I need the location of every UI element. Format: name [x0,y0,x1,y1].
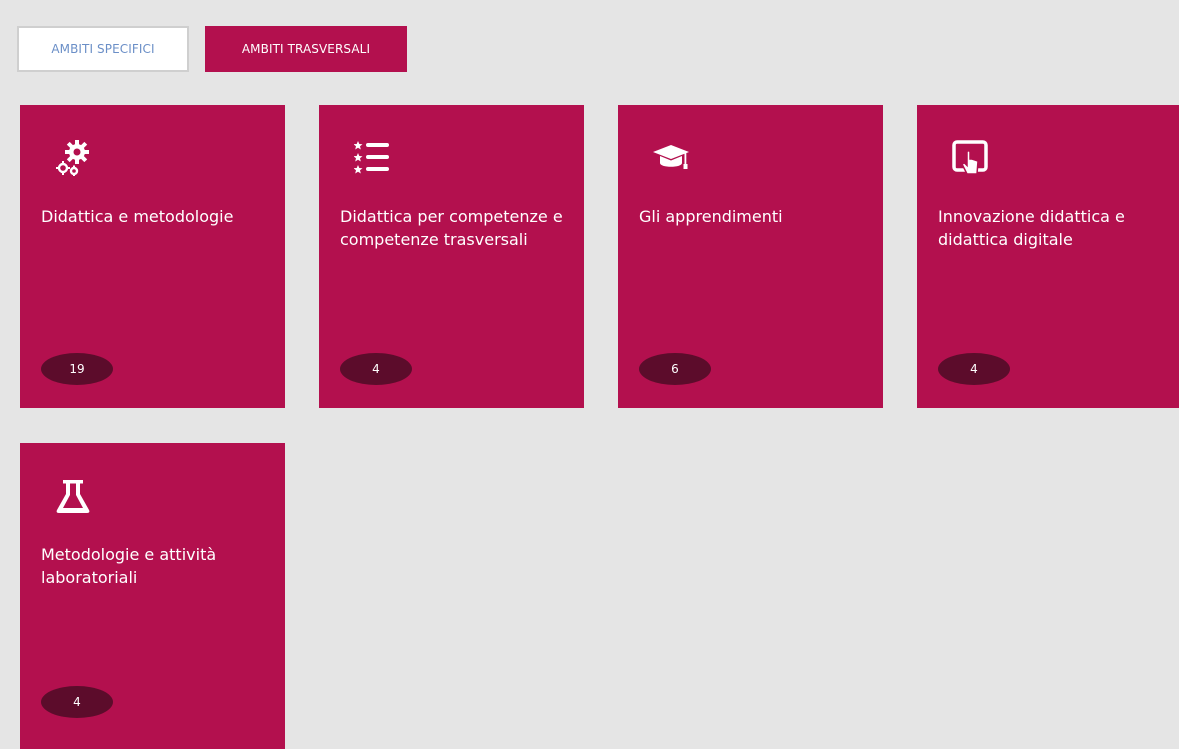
gears-icon [55,140,91,176]
card-didattica-e-metodologie[interactable]: Didattica e metodologie 19 [20,105,285,408]
tab-bar: AMBITI SPECIFICI AMBITI TRASVERSALI [17,26,407,72]
card-innovazione-didattica[interactable]: Innovazione didattica e didattica digita… [917,105,1179,408]
card-title: Didattica per competenze e competenze tr… [340,207,563,249]
list-icon [354,140,390,176]
card-didattica-per-competenze[interactable]: Didattica per competenze e competenze tr… [319,105,584,408]
tablet-touch-icon [952,140,988,176]
flask-icon [55,478,91,514]
count-badge: 6 [639,353,711,385]
card-gli-apprendimenti[interactable]: Gli apprendimenti 6 [618,105,883,408]
card-title: Metodologie e attività laboratoriali [41,545,217,587]
count-badge: 19 [41,353,113,385]
tab-ambiti-trasversali[interactable]: AMBITI TRASVERSALI [205,26,407,72]
graduation-cap-icon [653,140,689,176]
card-title: Didattica e metodologie [41,207,234,226]
card-title: Innovazione didattica e didattica digita… [938,207,1125,249]
count-badge: 4 [41,686,113,718]
card-title: Gli apprendimenti [639,207,783,226]
count-badge: 4 [938,353,1010,385]
tab-ambiti-specifici[interactable]: AMBITI SPECIFICI [17,26,189,72]
count-badge: 4 [340,353,412,385]
card-metodologie-laboratoriali[interactable]: Metodologie e attività laboratoriali 4 [20,443,285,749]
